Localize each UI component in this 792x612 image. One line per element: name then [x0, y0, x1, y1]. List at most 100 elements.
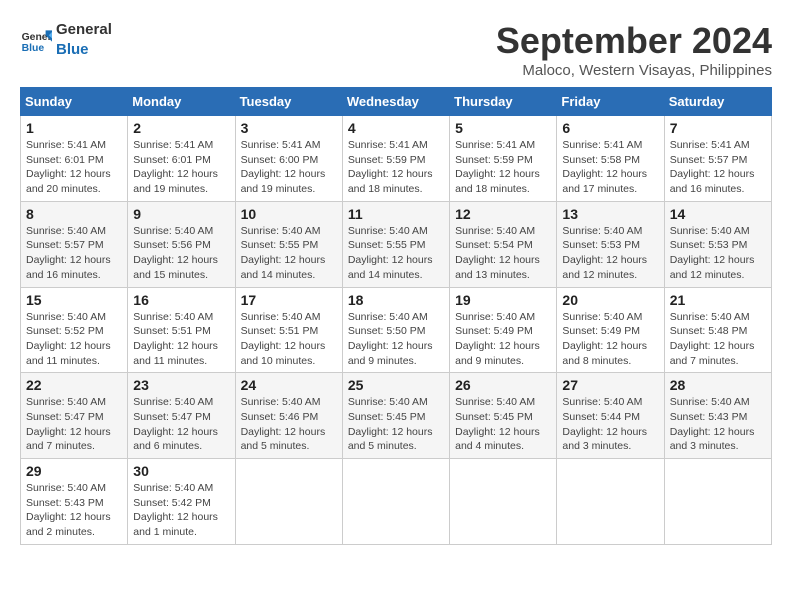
day-number: 6 — [562, 120, 658, 136]
day-info: Sunrise: 5:40 AM Sunset: 5:43 PM Dayligh… — [670, 395, 766, 454]
day-number: 22 — [26, 377, 122, 393]
day-number: 8 — [26, 206, 122, 222]
weekday-thursday: Thursday — [450, 88, 557, 116]
weekday-tuesday: Tuesday — [235, 88, 342, 116]
calendar-cell: 2 Sunrise: 5:41 AM Sunset: 6:01 PM Dayli… — [128, 116, 235, 202]
calendar-cell — [450, 459, 557, 545]
weekday-sunday: Sunday — [21, 88, 128, 116]
calendar-cell: 4 Sunrise: 5:41 AM Sunset: 5:59 PM Dayli… — [342, 116, 449, 202]
page-header: General Blue General Blue September 2024… — [20, 20, 772, 79]
calendar-cell: 15 Sunrise: 5:40 AM Sunset: 5:52 PM Dayl… — [21, 287, 128, 373]
day-info: Sunrise: 5:40 AM Sunset: 5:45 PM Dayligh… — [455, 395, 551, 454]
calendar-cell: 12 Sunrise: 5:40 AM Sunset: 5:54 PM Dayl… — [450, 201, 557, 287]
weekday-header-row: SundayMondayTuesdayWednesdayThursdayFrid… — [21, 88, 772, 116]
calendar-cell: 26 Sunrise: 5:40 AM Sunset: 5:45 PM Dayl… — [450, 373, 557, 459]
calendar-cell: 23 Sunrise: 5:40 AM Sunset: 5:47 PM Dayl… — [128, 373, 235, 459]
svg-text:Blue: Blue — [22, 43, 45, 54]
day-info: Sunrise: 5:40 AM Sunset: 5:44 PM Dayligh… — [562, 395, 658, 454]
day-number: 1 — [26, 120, 122, 136]
calendar-cell — [235, 459, 342, 545]
day-number: 29 — [26, 463, 122, 479]
logo: General Blue General Blue — [20, 20, 112, 59]
day-number: 12 — [455, 206, 551, 222]
day-number: 17 — [241, 292, 337, 308]
calendar-cell: 28 Sunrise: 5:40 AM Sunset: 5:43 PM Dayl… — [664, 373, 771, 459]
day-info: Sunrise: 5:40 AM Sunset: 5:46 PM Dayligh… — [241, 395, 337, 454]
logo-icon: General Blue — [20, 24, 52, 56]
day-info: Sunrise: 5:40 AM Sunset: 5:54 PM Dayligh… — [455, 224, 551, 283]
day-info: Sunrise: 5:40 AM Sunset: 5:53 PM Dayligh… — [670, 224, 766, 283]
day-number: 14 — [670, 206, 766, 222]
calendar-cell: 30 Sunrise: 5:40 AM Sunset: 5:42 PM Dayl… — [128, 459, 235, 545]
day-info: Sunrise: 5:40 AM Sunset: 5:51 PM Dayligh… — [133, 310, 229, 369]
day-info: Sunrise: 5:40 AM Sunset: 5:42 PM Dayligh… — [133, 481, 229, 540]
calendar-cell: 20 Sunrise: 5:40 AM Sunset: 5:49 PM Dayl… — [557, 287, 664, 373]
calendar-cell: 1 Sunrise: 5:41 AM Sunset: 6:01 PM Dayli… — [21, 116, 128, 202]
week-row-1: 1 Sunrise: 5:41 AM Sunset: 6:01 PM Dayli… — [21, 116, 772, 202]
calendar-cell: 29 Sunrise: 5:40 AM Sunset: 5:43 PM Dayl… — [21, 459, 128, 545]
day-info: Sunrise: 5:40 AM Sunset: 5:51 PM Dayligh… — [241, 310, 337, 369]
day-info: Sunrise: 5:40 AM Sunset: 5:47 PM Dayligh… — [133, 395, 229, 454]
weekday-wednesday: Wednesday — [342, 88, 449, 116]
day-info: Sunrise: 5:41 AM Sunset: 6:01 PM Dayligh… — [133, 138, 229, 197]
day-number: 2 — [133, 120, 229, 136]
day-number: 25 — [348, 377, 444, 393]
logo-text: General Blue — [56, 20, 112, 59]
calendar-cell: 10 Sunrise: 5:40 AM Sunset: 5:55 PM Dayl… — [235, 201, 342, 287]
calendar-cell: 18 Sunrise: 5:40 AM Sunset: 5:50 PM Dayl… — [342, 287, 449, 373]
day-number: 15 — [26, 292, 122, 308]
calendar-cell: 8 Sunrise: 5:40 AM Sunset: 5:57 PM Dayli… — [21, 201, 128, 287]
day-info: Sunrise: 5:40 AM Sunset: 5:49 PM Dayligh… — [455, 310, 551, 369]
day-info: Sunrise: 5:40 AM Sunset: 5:57 PM Dayligh… — [26, 224, 122, 283]
day-number: 5 — [455, 120, 551, 136]
day-number: 7 — [670, 120, 766, 136]
calendar-cell: 7 Sunrise: 5:41 AM Sunset: 5:57 PM Dayli… — [664, 116, 771, 202]
day-info: Sunrise: 5:40 AM Sunset: 5:43 PM Dayligh… — [26, 481, 122, 540]
day-number: 20 — [562, 292, 658, 308]
week-row-3: 15 Sunrise: 5:40 AM Sunset: 5:52 PM Dayl… — [21, 287, 772, 373]
day-number: 4 — [348, 120, 444, 136]
day-info: Sunrise: 5:40 AM Sunset: 5:47 PM Dayligh… — [26, 395, 122, 454]
calendar-cell — [664, 459, 771, 545]
day-number: 18 — [348, 292, 444, 308]
calendar-cell — [342, 459, 449, 545]
calendar-cell: 19 Sunrise: 5:40 AM Sunset: 5:49 PM Dayl… — [450, 287, 557, 373]
calendar-cell: 27 Sunrise: 5:40 AM Sunset: 5:44 PM Dayl… — [557, 373, 664, 459]
day-info: Sunrise: 5:41 AM Sunset: 5:59 PM Dayligh… — [348, 138, 444, 197]
day-info: Sunrise: 5:41 AM Sunset: 5:59 PM Dayligh… — [455, 138, 551, 197]
day-info: Sunrise: 5:40 AM Sunset: 5:45 PM Dayligh… — [348, 395, 444, 454]
day-number: 26 — [455, 377, 551, 393]
day-number: 3 — [241, 120, 337, 136]
day-info: Sunrise: 5:40 AM Sunset: 5:48 PM Dayligh… — [670, 310, 766, 369]
day-number: 21 — [670, 292, 766, 308]
calendar-cell: 21 Sunrise: 5:40 AM Sunset: 5:48 PM Dayl… — [664, 287, 771, 373]
day-info: Sunrise: 5:40 AM Sunset: 5:52 PM Dayligh… — [26, 310, 122, 369]
calendar-cell: 13 Sunrise: 5:40 AM Sunset: 5:53 PM Dayl… — [557, 201, 664, 287]
calendar-cell: 24 Sunrise: 5:40 AM Sunset: 5:46 PM Dayl… — [235, 373, 342, 459]
day-info: Sunrise: 5:40 AM Sunset: 5:55 PM Dayligh… — [241, 224, 337, 283]
day-info: Sunrise: 5:40 AM Sunset: 5:56 PM Dayligh… — [133, 224, 229, 283]
day-number: 28 — [670, 377, 766, 393]
day-number: 10 — [241, 206, 337, 222]
day-number: 9 — [133, 206, 229, 222]
day-info: Sunrise: 5:41 AM Sunset: 5:58 PM Dayligh… — [562, 138, 658, 197]
day-info: Sunrise: 5:40 AM Sunset: 5:53 PM Dayligh… — [562, 224, 658, 283]
calendar-cell: 9 Sunrise: 5:40 AM Sunset: 5:56 PM Dayli… — [128, 201, 235, 287]
week-row-5: 29 Sunrise: 5:40 AM Sunset: 5:43 PM Dayl… — [21, 459, 772, 545]
day-number: 19 — [455, 292, 551, 308]
day-number: 11 — [348, 206, 444, 222]
day-number: 16 — [133, 292, 229, 308]
day-number: 24 — [241, 377, 337, 393]
calendar-table: SundayMondayTuesdayWednesdayThursdayFrid… — [20, 87, 772, 545]
calendar-cell: 17 Sunrise: 5:40 AM Sunset: 5:51 PM Dayl… — [235, 287, 342, 373]
calendar-subtitle: Maloco, Western Visayas, Philippines — [496, 62, 772, 79]
calendar-cell: 25 Sunrise: 5:40 AM Sunset: 5:45 PM Dayl… — [342, 373, 449, 459]
calendar-cell: 14 Sunrise: 5:40 AM Sunset: 5:53 PM Dayl… — [664, 201, 771, 287]
calendar-title: September 2024 — [496, 20, 772, 62]
day-number: 30 — [133, 463, 229, 479]
day-number: 27 — [562, 377, 658, 393]
day-info: Sunrise: 5:41 AM Sunset: 5:57 PM Dayligh… — [670, 138, 766, 197]
day-info: Sunrise: 5:40 AM Sunset: 5:49 PM Dayligh… — [562, 310, 658, 369]
day-number: 23 — [133, 377, 229, 393]
calendar-cell: 6 Sunrise: 5:41 AM Sunset: 5:58 PM Dayli… — [557, 116, 664, 202]
